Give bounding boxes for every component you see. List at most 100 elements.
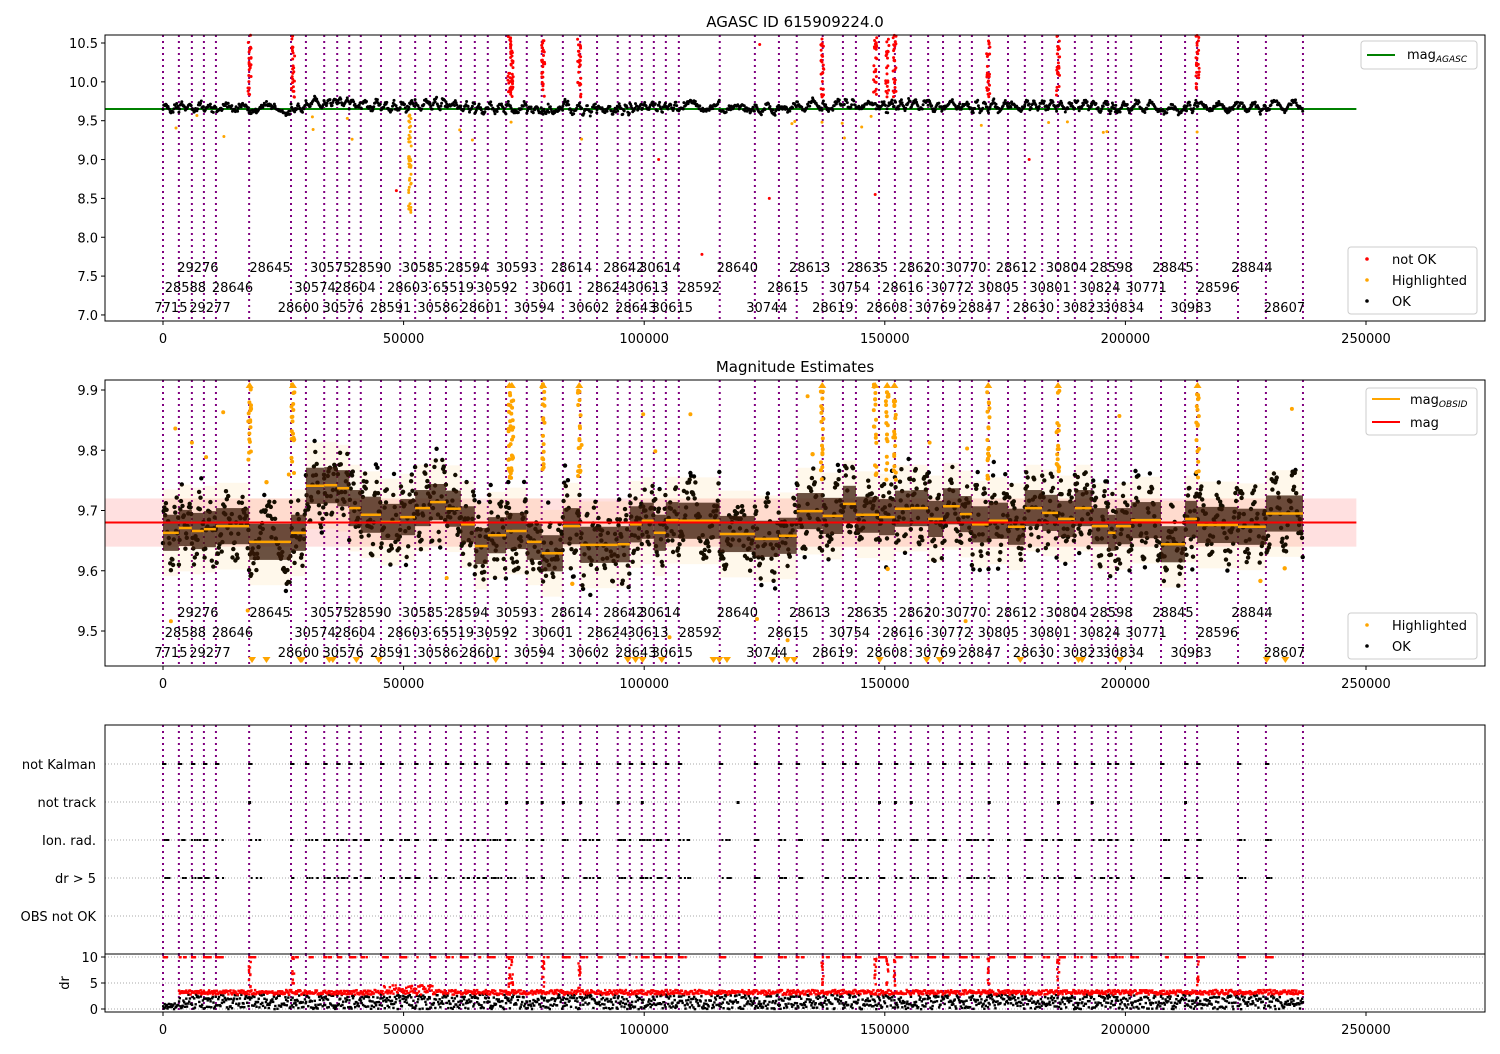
ok-point [209, 103, 212, 106]
dr-gt-5-marker [780, 877, 782, 879]
ion-rad-marker [514, 839, 516, 841]
obsid-label: 30574 [294, 626, 335, 641]
not-ok-point [509, 43, 512, 46]
dr-gt-5-marker [484, 877, 486, 879]
not-kalman-marker [528, 763, 530, 765]
obsid-label: 30601 [532, 281, 573, 296]
ok-point [760, 113, 763, 116]
ion-rad-marker [823, 839, 825, 841]
highlighted-point [577, 437, 581, 441]
ok-point [753, 110, 756, 113]
highlighted-point [508, 391, 512, 395]
ion-rad-marker [754, 839, 756, 841]
ok-point [1047, 106, 1050, 109]
ok-point [1138, 101, 1141, 104]
dr-gt-5-marker [859, 877, 861, 879]
ok-point [372, 108, 375, 111]
dr-gt-5-marker [727, 877, 729, 879]
highlighted-point [985, 438, 989, 442]
ion-rad-marker [316, 839, 318, 841]
ok-point [837, 469, 841, 473]
dr-gt-5-marker [756, 877, 758, 879]
ion-rad-marker [482, 839, 484, 841]
highlighted-point [247, 411, 251, 415]
highlighted-point [407, 137, 410, 140]
ok-point [590, 110, 593, 113]
highlighted-point [820, 452, 824, 456]
ion-rad-marker [435, 839, 437, 841]
ion-rad-marker [916, 839, 918, 841]
ok-point [414, 98, 417, 101]
ok-point [487, 107, 490, 110]
highlighted-point [1196, 397, 1200, 401]
ok-point [1290, 103, 1293, 106]
obsid-label: 30801 [1029, 281, 1070, 296]
ok-point [434, 100, 437, 103]
ok-point [978, 568, 982, 572]
obsid-label: 30614 [639, 606, 680, 621]
ok-point [390, 109, 393, 112]
not-ok-point [822, 67, 825, 70]
highlighted-point [641, 412, 645, 416]
highlighted-point [1047, 121, 1050, 124]
ion-rad-marker [729, 839, 731, 841]
highlighted-point [509, 476, 513, 480]
highlighted-point [542, 390, 546, 394]
highlighted-point [688, 412, 692, 416]
ok-point [766, 491, 770, 495]
highlighted-point [409, 117, 412, 120]
not-ok-point [1198, 70, 1201, 73]
highlighted-point [1195, 404, 1199, 408]
ok-point [981, 107, 984, 110]
ok-point [987, 111, 990, 114]
ok-point [971, 567, 975, 571]
ion-rad-marker [337, 839, 339, 841]
not-ok-point [874, 193, 877, 196]
not-kalman-marker [205, 763, 207, 765]
obsid-label: 28612 [996, 261, 1037, 276]
dr-gt-5-marker [317, 877, 319, 879]
ok-point [893, 105, 896, 108]
highlighted-point [249, 450, 253, 454]
obsid-label: 30601 [532, 626, 573, 641]
ok-point [375, 466, 379, 470]
ok-point [532, 111, 535, 114]
ok-point [909, 100, 912, 103]
ion-rad-marker [311, 839, 313, 841]
highlighted-point [820, 397, 824, 401]
highlighted-point [407, 155, 410, 158]
not-ok-point [1055, 89, 1058, 92]
ok-point [471, 105, 474, 108]
ok-point [175, 102, 178, 105]
highlighted-point [986, 452, 990, 456]
not-kalman-marker [307, 763, 309, 765]
dr-gt-5-marker [844, 877, 846, 879]
not-ok-point [579, 95, 582, 98]
highlighted-point [874, 441, 878, 445]
dr-gt-5-marker [730, 877, 732, 879]
obsid-label: 28646 [212, 626, 253, 641]
ion-rad-marker [895, 839, 897, 841]
ion-rad-marker [194, 839, 196, 841]
y-tick-label: 7.0 [77, 309, 98, 324]
highlighted-point [408, 134, 411, 137]
obsid-label: 28607 [1264, 646, 1305, 661]
ion-rad-marker [494, 839, 496, 841]
dr-gt-5-marker [507, 877, 509, 879]
dr-gt-5-marker [383, 877, 385, 879]
ion-rad-marker [452, 839, 454, 841]
ion-rad-marker [564, 839, 566, 841]
ok-point [392, 472, 396, 476]
ok-point [563, 463, 567, 467]
highlighted-point [543, 421, 547, 425]
ok-point [180, 100, 183, 103]
obsid-label: 30801 [1029, 626, 1070, 641]
highlighted-point [407, 162, 410, 165]
dr-gt-5-marker [418, 877, 420, 879]
obsid-label: 30824 [1079, 281, 1120, 296]
not-ok-point [542, 54, 545, 57]
ok-point [288, 113, 291, 116]
highlighted-point [408, 114, 411, 117]
ok-point [654, 102, 657, 105]
dr-gt-5-marker [306, 877, 308, 879]
